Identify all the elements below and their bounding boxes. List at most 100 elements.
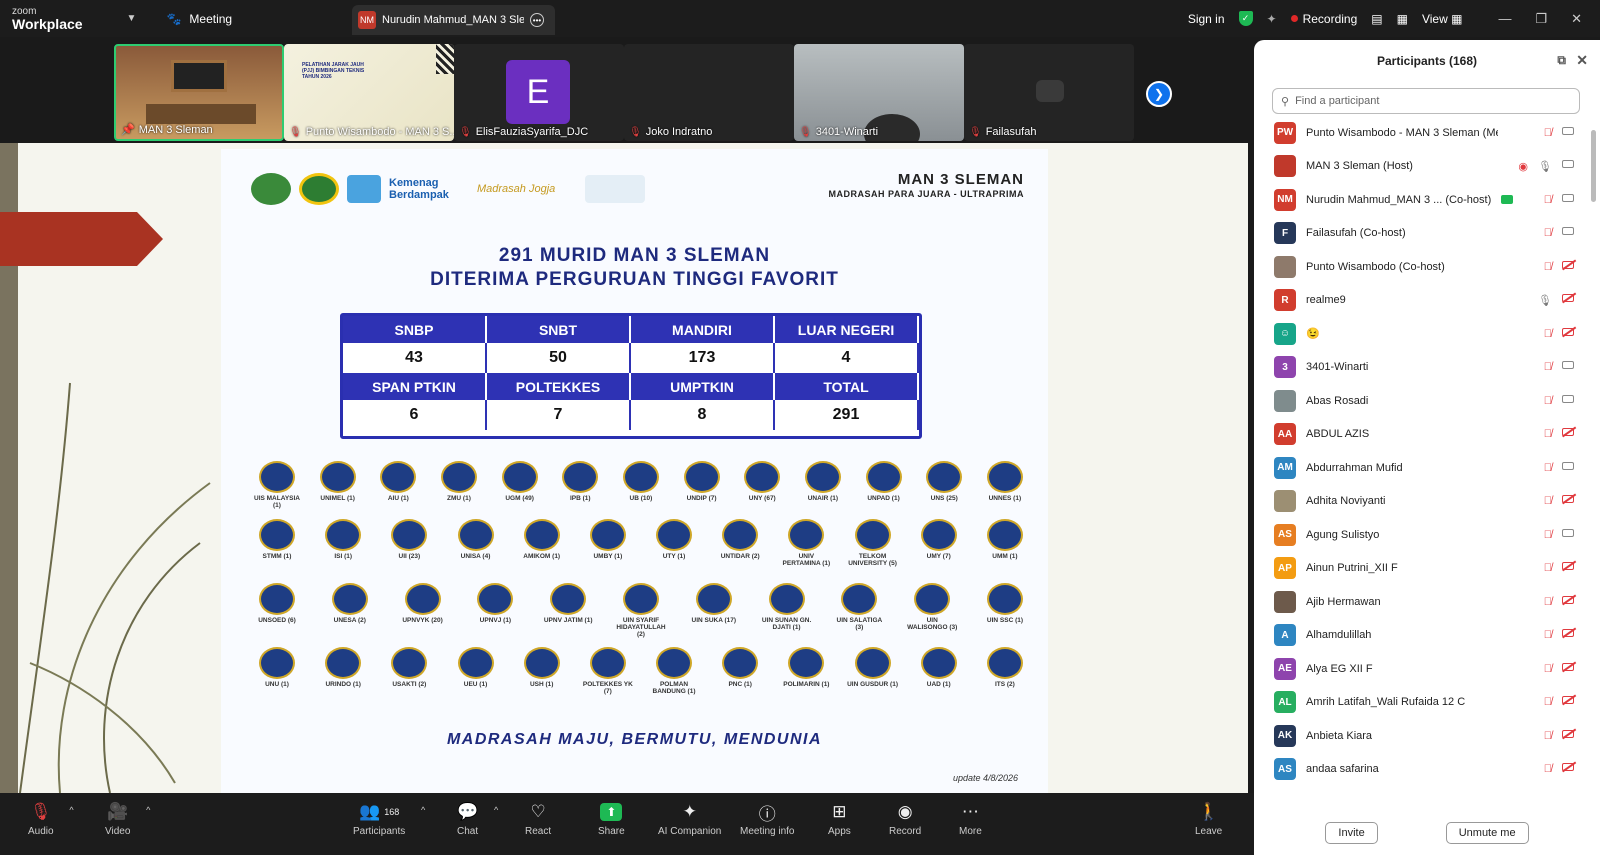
audio-button[interactable]: 🎙 Audio ^ [28, 801, 74, 837]
recording-indicator[interactable]: Recording [1290, 12, 1357, 26]
video-tile-punto[interactable]: PELATIHAN JARAK JAUH (PJJ) BIMBINGAN TEK… [284, 44, 454, 141]
participant-row[interactable]: A Alhamdulillah 🎙̸ [1254, 619, 1600, 653]
unmute-me-button[interactable]: Unmute me [1445, 822, 1529, 844]
mic-off-icon[interactable]: 🎙̸ [1544, 261, 1552, 273]
participant-row[interactable]: AA ABDUL AZIS 🎙̸ [1254, 418, 1600, 452]
view-button[interactable]: View ▦ [1422, 12, 1462, 26]
chat-button[interactable]: 💬 Chat ^ [457, 801, 498, 837]
camera-off-icon[interactable] [1562, 763, 1574, 772]
gallery-grid-icon[interactable]: ▦ [1397, 12, 1408, 26]
more-icon[interactable]: ••• [530, 13, 544, 27]
mic-icon[interactable]: 🎙 [1538, 160, 1552, 173]
camera-off-icon[interactable] [1562, 696, 1574, 705]
camera-off-icon[interactable] [1562, 729, 1574, 738]
meeting-info-button[interactable]: ⓘ Meeting info [740, 801, 794, 838]
mic-off-icon[interactable]: 🎙̸ [1544, 562, 1552, 574]
mic-off-icon[interactable]: 🎙̸ [1544, 361, 1552, 373]
camera-off-icon[interactable] [1562, 327, 1574, 336]
camera-icon[interactable] [1562, 227, 1574, 236]
participant-row[interactable]: F Failasufah (Co-host) 🎙̸ [1254, 217, 1600, 251]
participants-button[interactable]: 👥 168 Participants ^ [353, 801, 425, 837]
participant-row[interactable]: AL Amrih Latifah_Wali Rufaida 12 C 🎙̸ [1254, 686, 1600, 720]
participant-row[interactable]: 3 3401-Winarti 🎙̸ [1254, 351, 1600, 385]
mic-off-icon[interactable]: 🎙̸ [1544, 395, 1552, 407]
participant-row[interactable]: AM Abdurrahman Mufid 🎙̸ [1254, 451, 1600, 485]
close-window-icon[interactable]: ✕ [1571, 11, 1582, 27]
camera-off-icon[interactable] [1562, 495, 1574, 504]
mic-off-icon[interactable]: 🎙̸ [1544, 194, 1552, 206]
camera-icon[interactable] [1562, 394, 1574, 403]
participant-search[interactable]: ⚲ Find a participant [1272, 88, 1580, 114]
video-tile-winarti[interactable]: 🎙 3401-Winarti [794, 44, 964, 141]
video-tile-man3-sleman[interactable]: 📌 MAN 3 Sleman [114, 44, 284, 141]
mic-off-icon[interactable]: 🎙̸ [1544, 328, 1552, 340]
camera-icon[interactable] [1562, 159, 1574, 168]
participant-row[interactable]: ☺ 😉 🎙̸ [1254, 317, 1600, 351]
mic-off-icon[interactable]: 🎙̸ [1544, 763, 1552, 775]
notes-icon[interactable]: ▤ [1371, 12, 1382, 26]
participant-row[interactable]: AP Ainun Putrini_XII F 🎙̸ [1254, 552, 1600, 586]
camera-off-icon[interactable] [1562, 260, 1574, 269]
mic-off-icon[interactable]: 🎙̸ [1544, 663, 1552, 675]
participant-row[interactable]: PW Punto Wisambodo - MAN 3 Sleman (Me) 🎙̸ [1254, 116, 1600, 150]
participant-row[interactable]: NM Nurudin Mahmud_MAN 3 ... (Co-host) 🎙̸ [1254, 183, 1600, 217]
participant-row[interactable]: Ajib Hermawan 🎙̸ [1254, 585, 1600, 619]
chevron-down-icon[interactable]: ▼ [127, 13, 137, 24]
participant-row[interactable]: AS andaa safarina 🎙̸ [1254, 753, 1600, 787]
mic-off-icon[interactable]: 🎙̸ [1544, 428, 1552, 440]
mic-off-icon[interactable]: 🎙̸ [1544, 227, 1552, 239]
camera-off-icon[interactable] [1562, 629, 1574, 638]
participant-row[interactable]: AE Alya EG XII F 🎙̸ [1254, 652, 1600, 686]
participant-row[interactable]: Abas Rosadi 🎙̸ [1254, 384, 1600, 418]
video-tile-joko[interactable]: 🎙 Joko Indratno [624, 44, 794, 141]
video-tile-failasufah[interactable]: 🎙 Failasufah [964, 44, 1134, 141]
scrollbar[interactable] [1591, 130, 1596, 202]
mic-off-icon[interactable]: 🎙̸ [1544, 127, 1552, 139]
mic-icon[interactable]: 🎙 [1538, 294, 1552, 307]
chevron-up-icon[interactable]: ^ [494, 805, 498, 815]
participant-row[interactable]: AK Anbieta Kiara 🎙̸ [1254, 719, 1600, 753]
sign-in-button[interactable]: Sign in [1188, 12, 1225, 26]
sparkle-icon[interactable]: ✦ [1267, 12, 1277, 26]
meeting-tab[interactable]: NM Nurudin Mahmud_MAN 3 Sleman ••• [352, 5, 555, 35]
react-button[interactable]: ♡ React [525, 801, 551, 837]
camera-off-icon[interactable] [1562, 595, 1574, 604]
video-button[interactable]: 🎥 Video ^ [105, 801, 150, 837]
camera-icon[interactable] [1562, 461, 1574, 470]
camera-icon[interactable] [1562, 126, 1574, 135]
ai-companion-button[interactable]: ✦ AI Companion [658, 801, 721, 837]
participant-row[interactable]: Adhita Noviyanti 🎙̸ [1254, 485, 1600, 519]
pop-out-icon[interactable]: ⧉ [1557, 53, 1566, 68]
camera-icon[interactable] [1562, 528, 1574, 537]
mic-off-icon[interactable]: 🎙̸ [1544, 529, 1552, 541]
minimize-icon[interactable]: — [1498, 11, 1511, 27]
search-input[interactable]: Find a participant [1295, 95, 1379, 107]
record-button[interactable]: ◉ Record [889, 801, 921, 837]
mic-off-icon[interactable]: 🎙̸ [1544, 495, 1552, 507]
participant-row[interactable]: MAN 3 Sleman (Host) ◉ 🎙 [1254, 150, 1600, 184]
mic-off-icon[interactable]: 🎙̸ [1544, 462, 1552, 474]
security-shield-icon[interactable]: ✓ [1238, 11, 1253, 26]
chevron-up-icon[interactable]: ^ [421, 805, 425, 815]
apps-button[interactable]: ⊞ Apps [828, 801, 851, 837]
chevron-up-icon[interactable]: ^ [146, 805, 150, 815]
leave-button[interactable]: 🚶 Leave [1195, 801, 1222, 837]
camera-off-icon[interactable] [1562, 428, 1574, 437]
participant-row[interactable]: AS Agung Sulistyo 🎙̸ [1254, 518, 1600, 552]
participant-row[interactable]: Rrealme9 🎙 [1254, 284, 1600, 318]
restore-icon[interactable]: ❐ [1535, 11, 1547, 27]
chevron-up-icon[interactable]: ^ [69, 805, 73, 815]
mic-off-icon[interactable]: 🎙̸ [1544, 730, 1552, 742]
mic-off-icon[interactable]: 🎙̸ [1544, 629, 1552, 641]
mic-off-icon[interactable]: 🎙̸ [1544, 696, 1552, 708]
video-tile-elis[interactable]: E 🎙 ElisFauziaSyarifa_DJC [454, 44, 624, 141]
mic-off-icon[interactable]: 🎙̸ [1544, 596, 1552, 608]
invite-button[interactable]: Invite [1325, 822, 1378, 844]
participant-row[interactable]: Punto Wisambodo (Co-host) 🎙̸ [1254, 250, 1600, 284]
camera-off-icon[interactable] [1562, 562, 1574, 571]
camera-icon[interactable] [1562, 193, 1574, 202]
share-button[interactable]: ⬆ Share [598, 801, 625, 837]
camera-icon[interactable] [1562, 361, 1574, 370]
more-button[interactable]: ⋯ More [959, 801, 982, 837]
camera-off-icon[interactable] [1562, 662, 1574, 671]
